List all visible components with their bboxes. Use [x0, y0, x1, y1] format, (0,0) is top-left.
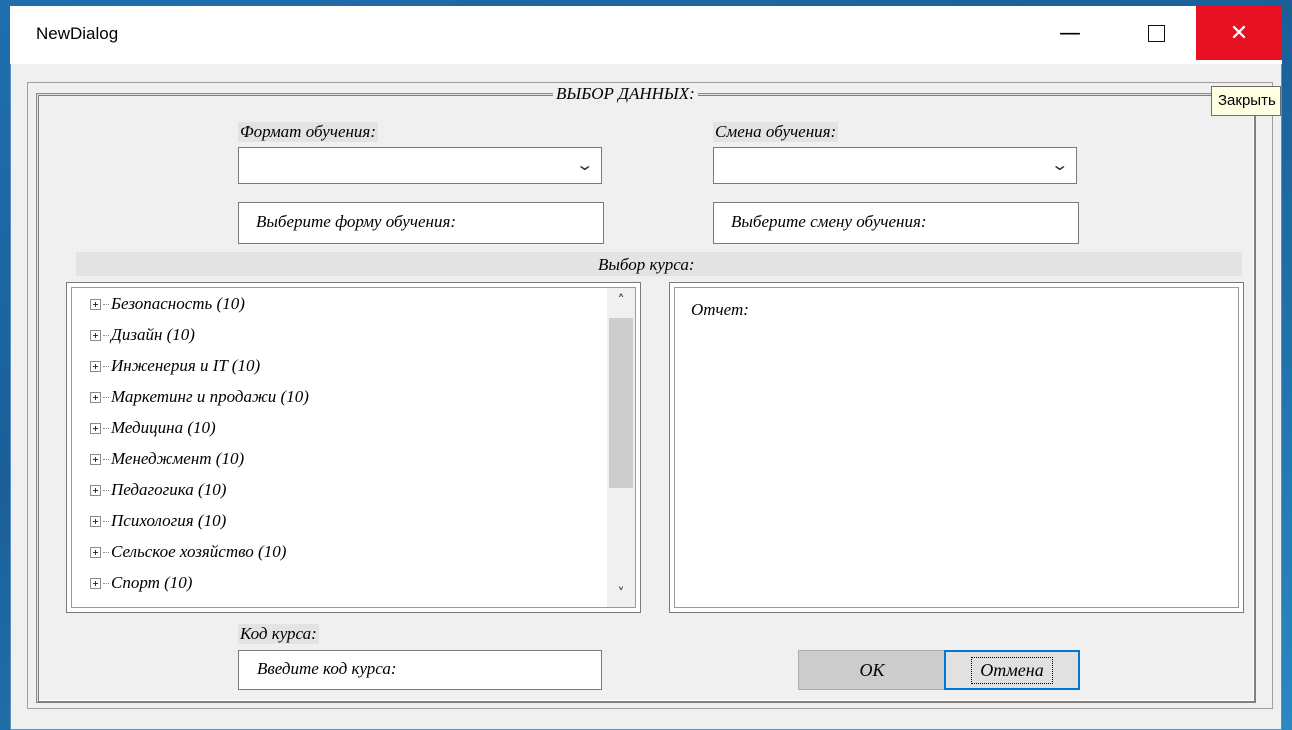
tree-item[interactable]: Психология (10) [90, 508, 226, 534]
cancel-button[interactable]: Отмена [944, 650, 1080, 690]
tree-item[interactable]: Дизайн (10) [90, 322, 195, 348]
cancel-button-label: Отмена [971, 656, 1053, 684]
tree-item[interactable]: Спорт (10) [90, 570, 192, 596]
tree-item-label: Маркетинг и продажи (10) [111, 387, 309, 406]
course-tree-body: Безопасность (10) Дизайн (10) Инженерия … [71, 287, 636, 608]
course-tree[interactable]: Безопасность (10) Дизайн (10) Инженерия … [66, 282, 641, 613]
expand-icon[interactable] [90, 515, 101, 527]
tree-item[interactable]: Маркетинг и продажи (10) [90, 384, 309, 410]
chevron-down-icon: ⌄ [574, 155, 594, 174]
expand-icon[interactable] [90, 360, 101, 372]
expand-icon[interactable] [90, 329, 101, 341]
expand-icon[interactable] [90, 484, 101, 496]
report-body: Отчет: [674, 287, 1239, 608]
course-code-input[interactable]: Введите код курса: [238, 650, 602, 690]
close-button[interactable]: ✕ [1196, 6, 1282, 60]
tree-item[interactable]: Сельское хозяйство (10) [90, 539, 286, 565]
tree-item-label: Инженерия и IT (10) [111, 356, 261, 375]
tree-item-label: Менеджмент (10) [111, 449, 245, 468]
tree-item[interactable]: Безопасность (10) [90, 291, 245, 317]
tree-item-label: Безопасность (10) [111, 294, 245, 313]
expand-icon[interactable] [90, 422, 101, 434]
tree-item-label: Медицина (10) [111, 418, 216, 437]
close-icon: ✕ [1229, 20, 1249, 46]
tree-item-label: Сельское хозяйство (10) [111, 542, 287, 561]
minimize-button[interactable]: — [1027, 6, 1113, 60]
report-text: Отчет: [691, 300, 749, 319]
tree-item[interactable]: Медицина (10) [90, 415, 216, 441]
shift-combobox[interactable]: ⌄ [713, 147, 1077, 184]
tree-item[interactable]: Инженерия и IT (10) [90, 353, 260, 379]
ok-button[interactable]: OK [798, 650, 946, 690]
close-tooltip: Закрыть [1211, 86, 1281, 116]
expand-icon[interactable] [90, 577, 101, 589]
maximize-icon [1147, 24, 1165, 42]
format-combobox[interactable]: ⌄ [238, 147, 602, 184]
expand-icon[interactable] [90, 546, 101, 558]
tree-item-label: Спорт (10) [111, 573, 193, 592]
window-title: NewDialog [36, 24, 119, 43]
tree-item-label: Психология (10) [111, 511, 227, 530]
chevron-down-icon: ⌄ [1049, 155, 1069, 174]
chevron-down-icon[interactable]: ˅ [607, 581, 635, 607]
tree-item[interactable]: Менеджмент (10) [90, 446, 244, 472]
shift-label: Смена обучения: [713, 122, 839, 142]
expand-icon[interactable] [90, 298, 101, 310]
expand-icon[interactable] [90, 453, 101, 465]
format-textbox[interactable]: Выберите форму обучения: [238, 202, 604, 244]
maximize-button[interactable] [1113, 6, 1199, 60]
course-code-label: Код курса: [238, 624, 319, 644]
tree-scrollbar[interactable]: ˄ ˅ [607, 288, 635, 607]
chevron-up-icon[interactable]: ˄ [607, 288, 635, 314]
minimize-icon: — [1059, 20, 1081, 46]
tree-item-label: Педагогика (10) [111, 480, 227, 499]
group-title: ВЫБОР ДАННЫХ: [553, 84, 698, 104]
title-bar[interactable]: NewDialog — ✕ [10, 6, 1282, 64]
scrollbar-thumb[interactable] [609, 318, 633, 488]
format-label: Формат обучения: [238, 122, 378, 142]
course-section-label: Выбор курса: [598, 255, 695, 274]
tree-item[interactable]: Педагогика (10) [90, 477, 226, 503]
tree-item-label: Дизайн (10) [111, 325, 195, 344]
expand-icon[interactable] [90, 391, 101, 403]
shift-textbox[interactable]: Выберите смену обучения: [713, 202, 1079, 244]
report-box[interactable]: Отчет: [669, 282, 1244, 613]
